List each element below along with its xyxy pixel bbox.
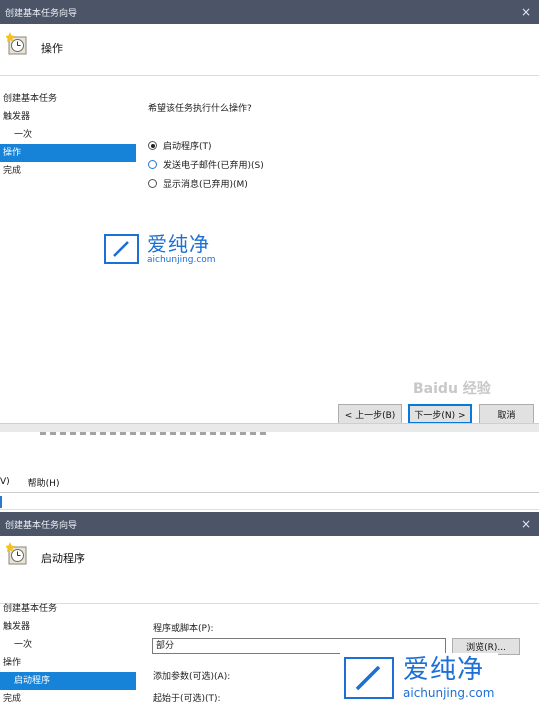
close-icon[interactable]: ×	[513, 512, 539, 536]
wizard-header: 启动程序	[0, 536, 539, 604]
option-label: 启动程序(T)	[163, 142, 212, 152]
wizard-nav: 创建基本任务 触发器 一次 操作 启动程序 完成	[0, 600, 136, 708]
arguments-label: 添加参数(可选)(A):	[153, 672, 231, 682]
wizard-dialog-action: 创建基本任务向导 × 操作 创建基本任务 触发器 一次 操作 完成 希望该任务执…	[0, 0, 539, 432]
nav-item-action[interactable]: 操作	[0, 654, 136, 672]
nav-item-trigger[interactable]: 触发器	[0, 108, 136, 126]
aichunjing-watermark-logo: 爱纯净 aichunjing.com	[340, 653, 499, 703]
option-label: 发送电子邮件(已弃用)(S)	[163, 161, 264, 171]
nav-item-once[interactable]: 一次	[0, 126, 136, 144]
logo-url: aichunjing.com	[147, 255, 216, 265]
menu-view[interactable]: V)	[0, 477, 10, 487]
baidu-watermark: Baidu 经验	[413, 381, 491, 397]
window-title: 创建基本任务向导	[5, 520, 78, 531]
task-clock-icon	[6, 32, 27, 55]
window-title: 创建基本任务向导	[5, 8, 78, 19]
radio-show-message[interactable]	[148, 179, 157, 188]
logo-name: 爱纯净	[147, 232, 210, 256]
wizard-nav: 创建基本任务 触发器 一次 操作 完成	[0, 90, 136, 180]
action-question: 希望该任务执行什么操作?	[148, 104, 252, 114]
title-bar: 创建基本任务向导 ×	[0, 0, 539, 24]
text-caret	[0, 496, 2, 508]
page-title: 启动程序	[41, 552, 85, 565]
next-button[interactable]: 下一步(N) >	[408, 404, 472, 424]
nav-item-once[interactable]: 一次	[0, 636, 136, 654]
nav-item-create-task[interactable]: 创建基本任务	[0, 600, 136, 618]
cancel-button[interactable]: 取消	[479, 404, 534, 424]
background-menubar: V) 帮助(H)	[0, 474, 77, 490]
radio-send-email[interactable]	[148, 160, 157, 169]
logo-name: 爱纯净	[403, 655, 485, 685]
page-title: 操作	[41, 42, 63, 55]
aichunjing-watermark-logo: 爱纯净 aichunjing.com	[104, 233, 216, 265]
action-content: 希望该任务执行什么操作? 启动程序(T) 发送电子邮件(已弃用)(S) 显示消息…	[148, 101, 264, 193]
nav-item-trigger[interactable]: 触发器	[0, 618, 136, 636]
program-label: 程序或脚本(P):	[153, 624, 214, 634]
option-show-message[interactable]: 显示消息(已弃用)(M)	[148, 174, 264, 193]
close-icon[interactable]: ×	[513, 0, 539, 24]
nav-item-create-task[interactable]: 创建基本任务	[0, 90, 136, 108]
logo-mark-icon	[344, 657, 394, 699]
logo-mark-icon	[104, 234, 139, 264]
wizard-header: 操作	[0, 24, 539, 76]
logo-url: aichunjing.com	[403, 686, 495, 700]
back-button[interactable]: < 上一步(B)	[338, 404, 402, 424]
nav-item-start-program[interactable]: 启动程序	[0, 672, 136, 690]
option-start-program[interactable]: 启动程序(T)	[148, 136, 264, 155]
option-label: 显示消息(已弃用)(M)	[163, 180, 248, 190]
background-toolbar	[0, 492, 539, 510]
menu-help[interactable]: 帮助(H)	[28, 476, 60, 489]
start-in-label: 起始于(可选)(T):	[153, 694, 221, 704]
blurred-text-line	[40, 432, 270, 435]
radio-start-program[interactable]	[148, 141, 157, 150]
task-clock-icon	[6, 542, 27, 565]
title-bar: 创建基本任务向导 ×	[0, 512, 539, 536]
nav-item-finish[interactable]: 完成	[0, 690, 136, 708]
program-input[interactable]: 部分	[152, 638, 446, 654]
nav-item-finish[interactable]: 完成	[0, 162, 136, 180]
option-send-email[interactable]: 发送电子邮件(已弃用)(S)	[148, 155, 264, 174]
wizard-dialog-start-program: 创建基本任务向导 × 启动程序 创建基本任务 触发器 一次 操作 启动程序 完成…	[0, 512, 539, 708]
dialog-bottom-edge	[0, 423, 539, 432]
nav-item-action[interactable]: 操作	[0, 144, 136, 162]
